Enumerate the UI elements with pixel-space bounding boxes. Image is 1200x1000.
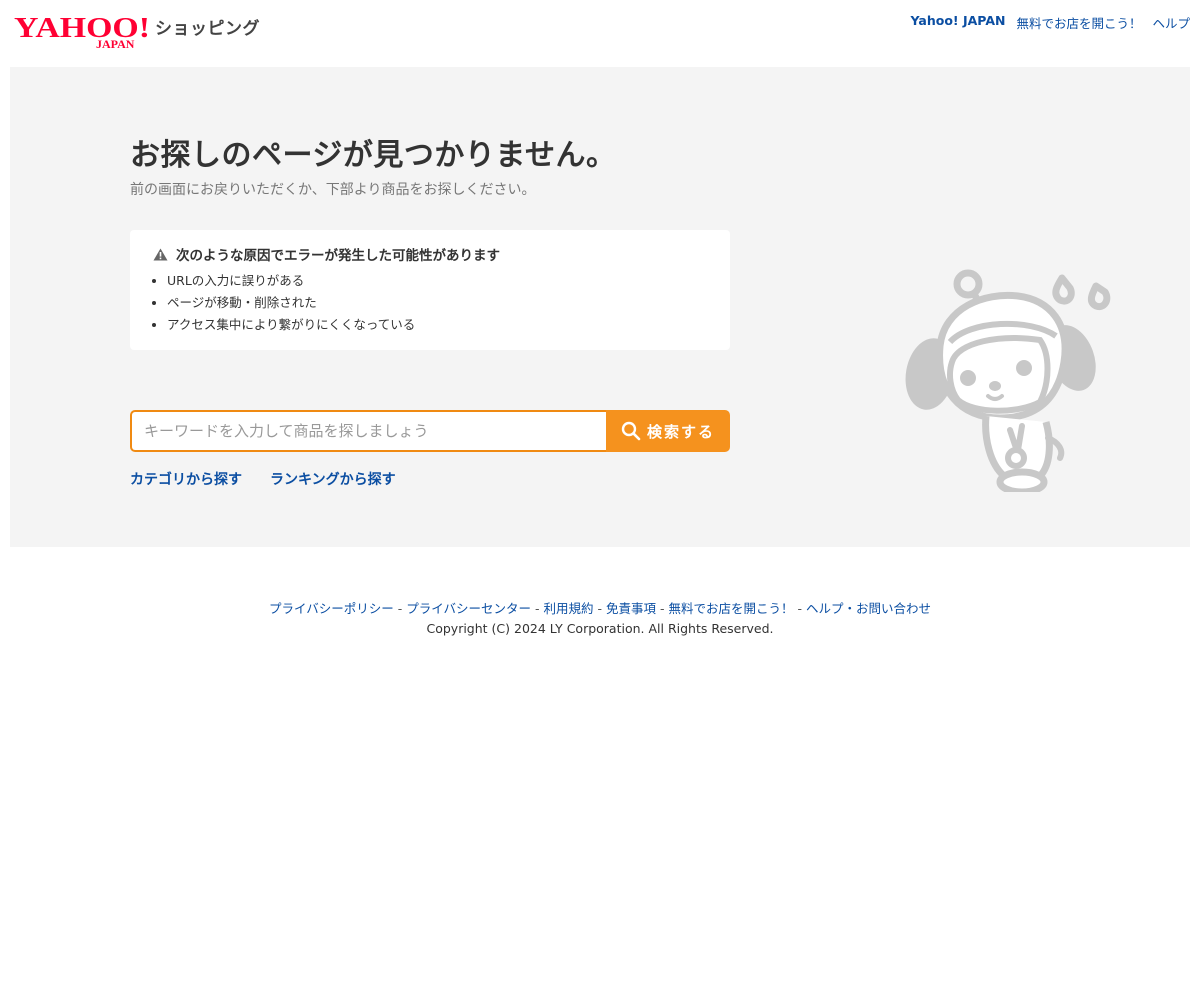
list-item: アクセス集中により繋がりにくくなっている [167,314,415,336]
footer-separator: - [793,601,806,616]
header-link-yahoo-japan[interactable]: Yahoo! JAPAN [911,13,1006,32]
search-icon [621,421,641,441]
browse-links: カテゴリから探す ランキングから探す [130,469,396,489]
search-button-label: 検索する [646,422,715,441]
footer-link-open-store[interactable]: 無料でお店を開こう！ [668,601,793,616]
page-subtitle: 前の画面にお戻りいただくか、下部より商品をお探しください。 [130,182,536,198]
footer: プライバシーポリシー - プライバシーセンター - 利用規約 - 免責事項 - … [0,598,1200,636]
ranking-link[interactable]: ランキングから探す [270,469,396,489]
main-panel: お探しのページが見つかりません。 前の画面にお戻りいただくか、下部より商品をお探… [10,67,1190,547]
error-reason-list: URLの入力に誤りがある ページが移動・削除された アクセス集中により繋がりにく… [148,270,415,336]
logo-sub-text: JAPAN [96,37,135,51]
header-link-open-store[interactable]: 無料でお店を開こう！ [1016,13,1141,32]
footer-link-privacy-center[interactable]: プライバシーセンター [406,601,531,616]
yahoo-logo: YAHOO! JAPAN [14,12,150,51]
warning-icon [153,248,168,260]
footer-separator: - [531,601,544,616]
page-title: お探しのページが見つかりません。 [130,138,617,173]
search-button[interactable]: 検索する [606,410,730,452]
error-reasons-box: 次のような原因でエラーが発生した可能性があります URLの入力に誤りがある ペー… [130,230,730,350]
error-heading-text: 次のような原因でエラーが発生した可能性があります [176,248,500,264]
list-item: ページが移動・削除された [167,292,415,314]
footer-links: プライバシーポリシー - プライバシーセンター - 利用規約 - 免責事項 - … [0,598,1200,617]
footer-link-help-contact[interactable]: ヘルプ・お問い合わせ [806,601,931,616]
footer-link-terms[interactable]: 利用規約 [544,601,594,616]
footer-separator: - [593,601,606,616]
header: YAHOO! JAPAN ショッピング Yahoo! JAPAN 無料でお店を開… [0,0,1200,67]
footer-link-privacy-policy[interactable]: プライバシーポリシー [269,601,394,616]
header-links: Yahoo! JAPAN 無料でお店を開こう！ ヘルプ [911,13,1190,32]
logo-service-text: ショッピング [155,19,260,39]
mascot-illustration [905,269,1111,492]
search-input[interactable] [130,410,606,452]
footer-link-disclaimer[interactable]: 免責事項 [606,601,656,616]
category-link[interactable]: カテゴリから探す [130,469,242,489]
copyright-text: Copyright (C) 2024 LY Corporation. All R… [426,621,774,636]
search-form: 検索する [130,410,730,452]
logo-link[interactable]: YAHOO! JAPAN ショッピング [14,11,264,51]
list-item: URLの入力に誤りがある [167,270,415,292]
footer-separator: - [393,601,407,616]
error-heading: 次のような原因でエラーが発生した可能性があります [153,244,500,264]
header-link-help[interactable]: ヘルプ [1152,13,1190,32]
footer-separator: - [656,601,669,616]
